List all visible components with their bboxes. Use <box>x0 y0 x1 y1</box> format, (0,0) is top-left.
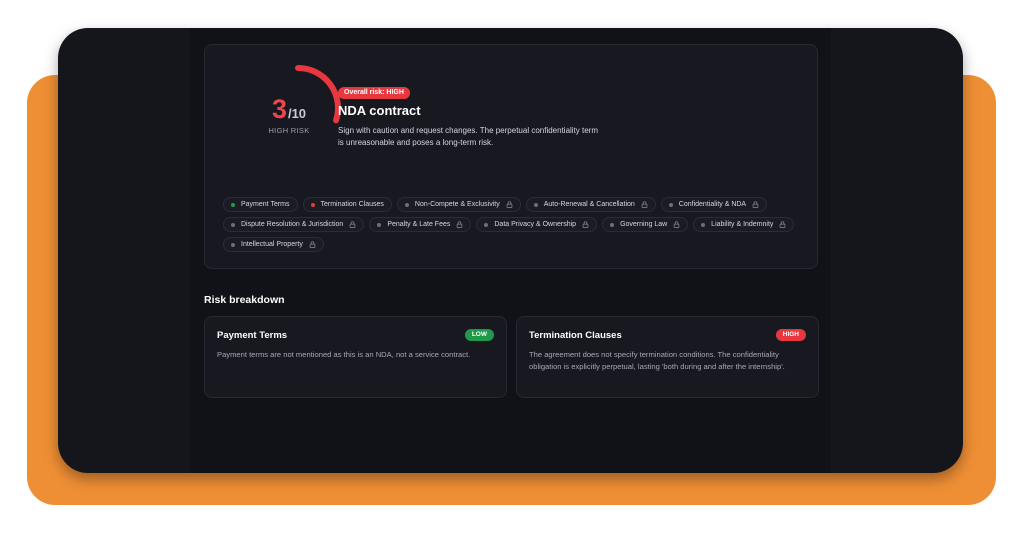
chip-label: Dispute Resolution & Jurisdiction <box>241 221 344 228</box>
chip-governing-law[interactable]: Governing Law <box>602 217 689 232</box>
chip-label: Penalty & Late Fees <box>387 221 451 228</box>
risk-level-label: HIGH RISK <box>268 126 310 135</box>
risk-card-text: Payment terms are not mentioned as this … <box>217 350 471 359</box>
lock-icon <box>309 241 316 248</box>
chip-liability-indemnity[interactable]: Liability & Indemnity <box>693 217 795 232</box>
risk-breakdown-heading: Risk breakdown <box>204 294 285 306</box>
risk-card-title: Termination Clauses <box>529 330 622 341</box>
overall-risk-badge: Overall risk: HIGH <box>338 87 410 99</box>
chip-label: Non-Compete & Exclusivity <box>414 201 500 208</box>
lock-icon <box>350 221 356 228</box>
lock-icon <box>673 221 680 228</box>
lock-icon <box>582 221 589 228</box>
device-frame: 3 /10 HIGH RISK Overall risk: HIGH NDA c… <box>58 28 963 473</box>
status-dot <box>231 222 235 227</box>
status-dot <box>310 202 315 207</box>
risk-card-title: Payment Terms <box>217 330 288 341</box>
chip-label: Liability & Indemnity <box>711 221 774 228</box>
score-display: 3 /10 HIGH RISK <box>249 95 329 135</box>
chip-label: Governing Law <box>620 221 668 228</box>
contract-description: Sign with caution and request changes. T… <box>338 126 599 147</box>
chip-label: Payment Terms <box>241 201 290 208</box>
chip-confidentiality[interactable]: Confidentiality & NDA <box>660 197 768 212</box>
chip-label: Termination Clauses <box>320 201 384 208</box>
risk-card-payment-terms[interactable]: Payment Terms LOW Payment terms are not … <box>204 316 507 398</box>
chip-label: Confidentiality & NDA <box>678 201 747 208</box>
chip-label: Auto-Renewal & Cancellation <box>543 201 635 208</box>
lock-icon <box>457 221 463 228</box>
clause-chip-list: Payment Terms Termination Clauses Non-Co… <box>223 197 813 252</box>
status-dot <box>701 222 706 227</box>
chip-intellectual-property[interactable]: Intellectual Property <box>223 237 324 252</box>
chip-termination-clauses[interactable]: Termination Clauses <box>302 197 392 212</box>
score-value: 3 <box>271 94 287 124</box>
chip-label: Data Privacy & Ownership <box>494 221 577 228</box>
risk-card-termination-clauses[interactable]: Termination Clauses HIGH The agreement d… <box>516 316 819 398</box>
chip-penalty-late-fees[interactable]: Penalty & Late Fees <box>369 217 472 232</box>
chip-dispute-resolution[interactable]: Dispute Resolution & Jurisdiction <box>223 217 365 232</box>
chip-data-privacy[interactable]: Data Privacy & Ownership <box>476 217 598 232</box>
risk-level-badge: LOW <box>464 329 494 341</box>
risk-card-text: The agreement does not specify terminati… <box>529 350 785 371</box>
status-dot <box>668 202 673 207</box>
risk-summary-card: 3 /10 HIGH RISK Overall risk: HIGH NDA c… <box>204 44 818 269</box>
risk-level-badge: HIGH <box>775 329 806 341</box>
chip-payment-terms[interactable]: Payment Terms <box>223 197 298 212</box>
contract-title: NDA contract <box>338 103 421 118</box>
lock-icon <box>780 221 786 228</box>
lock-icon <box>506 201 513 208</box>
lock-icon <box>752 201 759 208</box>
chip-non-compete[interactable]: Non-Compete & Exclusivity <box>396 197 521 212</box>
lock-icon <box>641 201 648 208</box>
status-dot <box>377 222 382 227</box>
status-dot <box>533 202 538 207</box>
app-content: 3 /10 HIGH RISK Overall risk: HIGH NDA c… <box>190 28 831 473</box>
chip-label: Intellectual Property <box>241 241 303 248</box>
status-dot <box>231 242 235 247</box>
status-dot <box>404 202 409 207</box>
chip-auto-renewal[interactable]: Auto-Renewal & Cancellation <box>525 197 656 212</box>
status-dot <box>484 222 489 227</box>
score-max: /10 <box>287 106 307 121</box>
status-dot <box>231 202 235 207</box>
status-dot <box>610 222 615 227</box>
